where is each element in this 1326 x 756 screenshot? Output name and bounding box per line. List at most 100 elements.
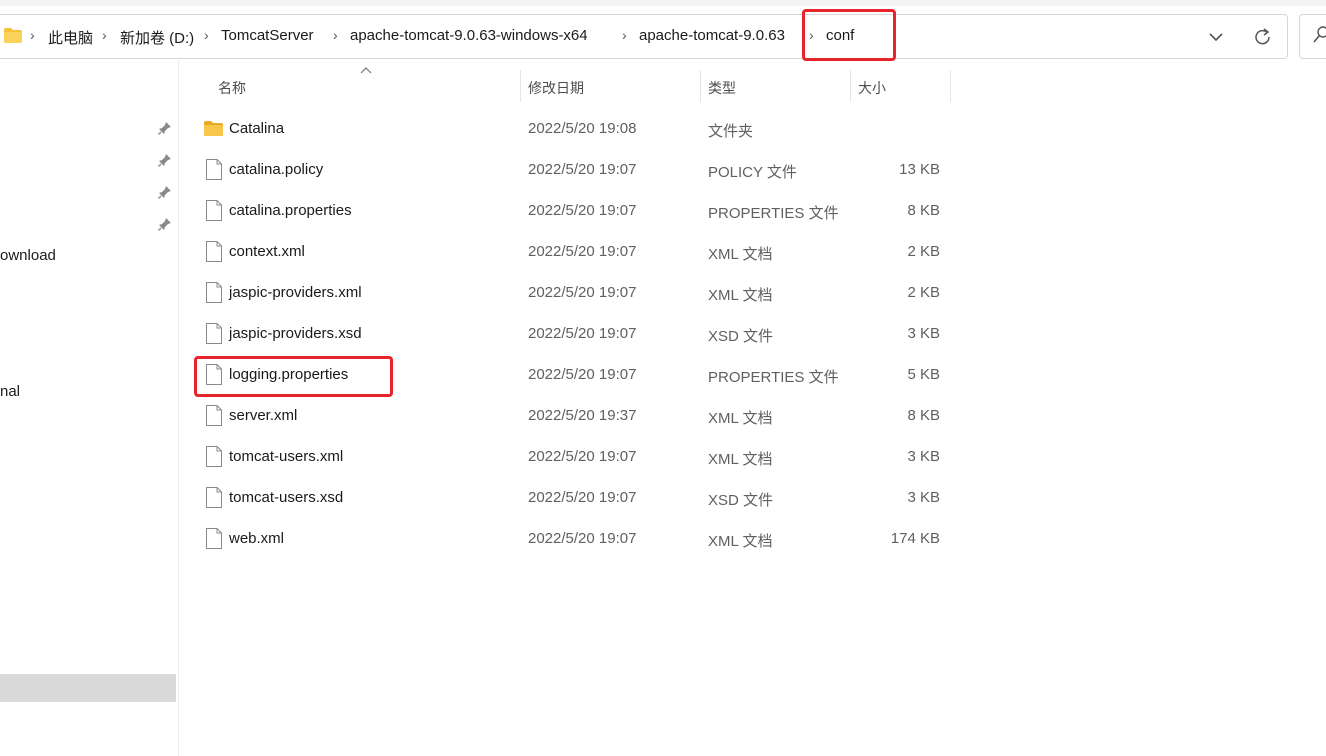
pin-icon[interactable] [158, 153, 172, 167]
column-separator[interactable] [950, 70, 951, 102]
breadcrumb-separator-icon: › [102, 27, 107, 43]
file-type: XML 文档 [708, 410, 773, 427]
file-size: 8 KB [907, 202, 940, 219]
breadcrumb-separator-icon: › [204, 27, 209, 43]
breadcrumb-tomcatserver[interactable]: TomcatServer [221, 27, 314, 44]
file-size: 2 KB [907, 284, 940, 301]
breadcrumb-separator-icon: › [30, 27, 35, 43]
file-icon [206, 241, 222, 262]
file-icon [206, 364, 222, 385]
file-name[interactable]: server.xml [229, 407, 297, 424]
navigation-pane [0, 60, 178, 756]
file-date: 2022/5/20 19:07 [528, 325, 637, 342]
folder-icon [204, 121, 223, 136]
file-name[interactable]: context.xml [229, 243, 305, 260]
file-date: 2022/5/20 19:07 [528, 284, 637, 301]
file-size: 174 KB [890, 530, 940, 547]
file-size: 8 KB [907, 407, 940, 424]
file-name[interactable]: jaspic-providers.xsd [229, 325, 362, 342]
file-size: 3 KB [907, 448, 940, 465]
file-icon [206, 282, 222, 303]
file-row[interactable]: catalina.properties 2022/5/20 19:07 PROP… [198, 190, 950, 231]
file-icon [206, 487, 222, 508]
file-row[interactable]: context.xml 2022/5/20 19:07 XML 文档 2 KB [198, 231, 950, 272]
file-row[interactable]: tomcat-users.xml 2022/5/20 19:07 XML 文档 … [198, 436, 950, 477]
file-name[interactable]: catalina.properties [229, 202, 352, 219]
file-row[interactable]: server.xml 2022/5/20 19:37 XML 文档 8 KB [198, 395, 950, 436]
file-name[interactable]: tomcat-users.xsd [229, 489, 343, 506]
file-date: 2022/5/20 19:07 [528, 243, 637, 260]
column-header-date[interactable]: 修改日期 [528, 78, 584, 98]
breadcrumb-separator-icon: › [809, 27, 814, 43]
file-date: 2022/5/20 19:07 [528, 161, 637, 178]
file-type: POLICY 文件 [708, 164, 797, 181]
file-icon [206, 446, 222, 467]
file-date: 2022/5/20 19:37 [528, 407, 637, 424]
pin-icon[interactable] [158, 217, 172, 231]
file-row[interactable]: logging.properties 2022/5/20 19:07 PROPE… [198, 354, 950, 395]
file-type: XML 文档 [708, 246, 773, 263]
column-header-type[interactable]: 类型 [708, 78, 736, 98]
nav-item-personal[interactable]: nal [0, 383, 20, 400]
file-type: XSD 文件 [708, 328, 774, 345]
file-type: XML 文档 [708, 533, 773, 550]
file-icon [206, 405, 222, 426]
file-name[interactable]: catalina.policy [229, 161, 323, 178]
file-name[interactable]: web.xml [229, 530, 284, 547]
nav-item-selected[interactable] [0, 674, 176, 702]
file-icon [206, 200, 222, 221]
column-header-name[interactable]: 名称 [218, 78, 246, 98]
sort-ascending-icon [360, 67, 372, 74]
file-date: 2022/5/20 19:07 [528, 530, 637, 547]
file-name[interactable]: jaspic-providers.xml [229, 284, 362, 301]
file-row[interactable]: tomcat-users.xsd 2022/5/20 19:07 XSD 文件 … [198, 477, 950, 518]
file-size: 3 KB [907, 489, 940, 506]
search-icon[interactable] [1313, 26, 1326, 44]
file-size: 3 KB [907, 325, 940, 342]
breadcrumb-conf[interactable]: conf [826, 27, 854, 44]
breadcrumb-separator-icon: › [622, 27, 627, 43]
window-top-strip [0, 0, 1326, 6]
breadcrumb-drive-d[interactable]: 新加卷 (D:) [120, 27, 194, 48]
file-type: XSD 文件 [708, 492, 774, 509]
file-name[interactable]: logging.properties [229, 366, 348, 383]
pane-divider[interactable] [178, 60, 179, 756]
file-type: PROPERTIES 文件 [708, 205, 839, 222]
file-icon [206, 528, 222, 549]
breadcrumb-tomcat[interactable]: apache-tomcat-9.0.63 [639, 27, 785, 44]
file-row[interactable]: web.xml 2022/5/20 19:07 XML 文档 174 KB [198, 518, 950, 559]
nav-item-downloads[interactable]: ownload [0, 247, 56, 264]
pin-icon[interactable] [158, 185, 172, 199]
breadcrumb-tomcat-windows[interactable]: apache-tomcat-9.0.63-windows-x64 [350, 27, 588, 44]
file-name[interactable]: tomcat-users.xml [229, 448, 343, 465]
file-size: 2 KB [907, 243, 940, 260]
folder-icon [4, 28, 22, 43]
file-row[interactable]: jaspic-providers.xsd 2022/5/20 19:07 XSD… [198, 313, 950, 354]
file-date: 2022/5/20 19:08 [528, 120, 637, 137]
breadcrumb-separator-icon: › [333, 27, 338, 43]
file-type: PROPERTIES 文件 [708, 369, 839, 386]
file-size: 5 KB [907, 366, 940, 383]
column-header-size[interactable]: 大小 [858, 78, 886, 98]
file-row[interactable]: Catalina 2022/5/20 19:08 文件夹 [198, 108, 950, 149]
file-name[interactable]: Catalina [229, 120, 284, 137]
file-size: 13 KB [899, 161, 940, 178]
file-type: XML 文档 [708, 451, 773, 468]
file-type: XML 文档 [708, 287, 773, 304]
column-separator[interactable] [520, 70, 521, 102]
file-row[interactable]: jaspic-providers.xml 2022/5/20 19:07 XML… [198, 272, 950, 313]
column-separator[interactable] [850, 70, 851, 102]
pin-icon[interactable] [158, 121, 172, 135]
file-icon [206, 159, 222, 180]
file-date: 2022/5/20 19:07 [528, 489, 637, 506]
file-date: 2022/5/20 19:07 [528, 448, 637, 465]
file-row[interactable]: catalina.policy 2022/5/20 19:07 POLICY 文… [198, 149, 950, 190]
column-separator[interactable] [700, 70, 701, 102]
file-type: 文件夹 [708, 123, 754, 140]
file-icon [206, 323, 222, 344]
file-date: 2022/5/20 19:07 [528, 202, 637, 219]
refresh-icon[interactable] [1252, 27, 1274, 47]
chevron-down-icon[interactable] [1206, 28, 1226, 46]
file-date: 2022/5/20 19:07 [528, 366, 637, 383]
breadcrumb-this-pc[interactable]: 此电脑 [48, 27, 93, 48]
